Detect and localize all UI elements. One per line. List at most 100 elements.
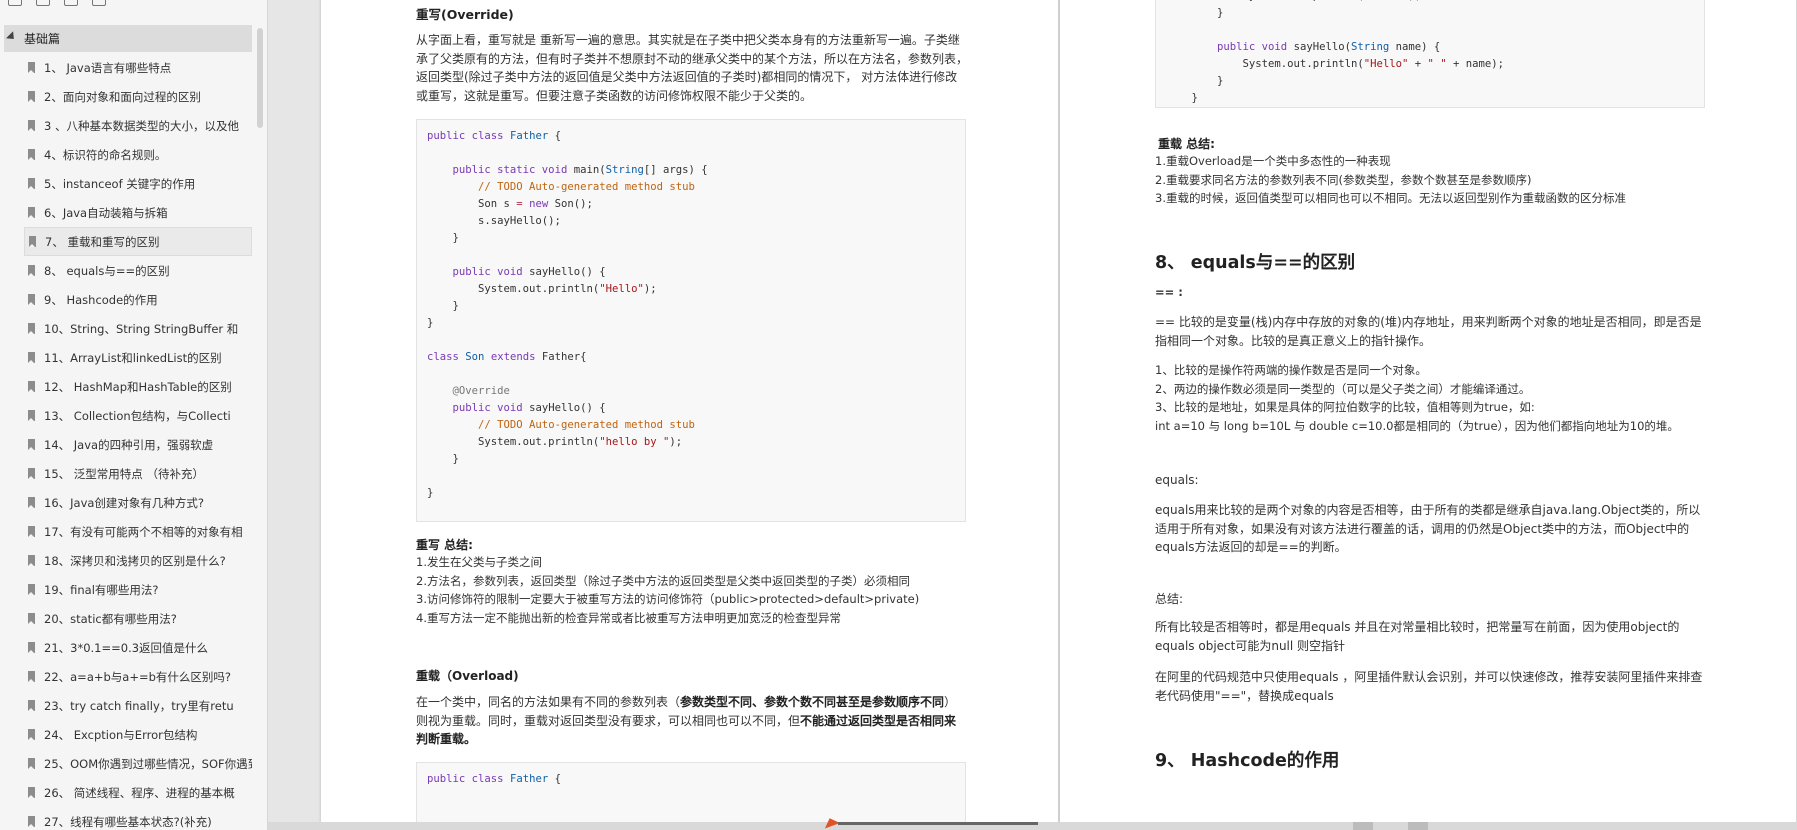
overload-summary-line: 1.重载Overload是一个类中多态性的一种表现 bbox=[1155, 154, 1391, 168]
sidebar-item-label: 12、 HashMap和HashTable的区别 bbox=[44, 379, 232, 394]
sidebar-item-label: 10、String、String StringBuffer 和 bbox=[44, 321, 239, 336]
override-heading: 重写(Override) bbox=[416, 7, 514, 22]
code-block-overload-end: System.out.println("Hello"); } public vo… bbox=[1155, 0, 1705, 108]
equals-heading: 8、 equals与==的区别 bbox=[1155, 253, 1356, 273]
sidebar-item[interactable]: 17、有没有可能两个不相等的对象有相 bbox=[24, 517, 252, 546]
sidebar-section-basics[interactable]: 基础篇 bbox=[4, 25, 252, 52]
bookmark-item-icon bbox=[28, 584, 35, 595]
bookmark-item-icon bbox=[28, 642, 35, 653]
bookmark-item-icon bbox=[28, 265, 35, 276]
prev-page-button[interactable] bbox=[1353, 822, 1373, 830]
override-summary-line: 1.发生在父类与子类之间 bbox=[416, 555, 542, 569]
overload-para-part: 在一个类中，同名的方法如果有不同的参数列表（ bbox=[416, 695, 681, 709]
code-block-override: public class Father { public static void… bbox=[416, 119, 966, 522]
code-line: } bbox=[427, 487, 434, 499]
code-line: // TODO Auto-generated method stub bbox=[478, 181, 695, 193]
bookmark-icon[interactable] bbox=[64, 0, 78, 6]
override-summary-title: 重写 总结: bbox=[416, 538, 473, 552]
sidebar-item[interactable]: 15、 泛型常用特点 （待补充） bbox=[24, 459, 252, 488]
sidebar-item[interactable]: 19、final有哪些用法? bbox=[24, 575, 252, 604]
sidebar-item[interactable]: 16、Java创建对象有几种方式? bbox=[24, 488, 252, 517]
bookmark-item-icon bbox=[28, 468, 35, 479]
code-line: s.sayHello(); bbox=[427, 215, 561, 227]
sidebar-item[interactable]: 6、Java自动装箱与拆箱 bbox=[24, 198, 252, 227]
bookmark-item-icon bbox=[28, 758, 35, 769]
sidebar-item-label: 2、面向对象和面向过程的区别 bbox=[44, 89, 201, 104]
eqeq-label: == : bbox=[1155, 285, 1183, 299]
sidebar-item[interactable]: 4、标识符的命名规则。 bbox=[24, 140, 252, 169]
bookmark-item-icon bbox=[28, 816, 35, 827]
code-line: } bbox=[427, 300, 459, 312]
bottom-navigation-bar bbox=[268, 815, 1797, 830]
sidebar-item[interactable]: 1、 Java语言有哪些特点 bbox=[24, 53, 252, 82]
overload-summary-line: 2.重载要求同名方法的参数列表不同(参数类型，参数个数甚至是参数顺序) bbox=[1155, 172, 1532, 187]
summary-label: 总结: bbox=[1155, 592, 1184, 606]
eqeq-paragraph: == 比较的是变量(栈)内存中存放的对象的(堆)内存地址，用来判断两个对象的地址… bbox=[1155, 315, 1702, 348]
code-line: } bbox=[1166, 92, 1198, 104]
sidebar-item[interactable]: 25、OOM你遇到过哪些情况，SOF你遇到 bbox=[24, 749, 252, 778]
code-line: public void sayHello(String name) { bbox=[1217, 41, 1441, 53]
sidebar-item-label: 15、 泛型常用特点 （待补充） bbox=[44, 466, 204, 481]
code-line: System.out.println("hello by "); bbox=[427, 436, 683, 448]
hashcode-heading: 9、 Hashcode的作用 bbox=[1155, 751, 1340, 771]
sidebar-item[interactable]: 11、ArrayList和linkedList的区别 bbox=[24, 343, 252, 372]
bookmark-item-icon bbox=[28, 207, 35, 218]
sidebar-scrollbar[interactable] bbox=[257, 28, 263, 128]
sidebar-item-label: 9、 Hashcode的作用 bbox=[44, 292, 158, 307]
code-line: System.out.println("Hello" + " " + name)… bbox=[1166, 58, 1505, 70]
summary-paragraph-1: 所有比较是否相等时，都是用equals 并且在对常量相比较时，把常量写在前面，因… bbox=[1155, 620, 1680, 653]
bookmark-item-icon bbox=[28, 671, 35, 682]
bookmark-item-icon bbox=[28, 555, 35, 566]
next-page-button[interactable] bbox=[1408, 822, 1428, 830]
sidebar-item-label: 27、线程有哪些基本状态?(补充) bbox=[44, 814, 212, 829]
code-line: Son s = new Son(); bbox=[427, 198, 593, 210]
bookmark-item-icon bbox=[28, 352, 35, 363]
pdf-reader-window: 基础篇 1、 Java语言有哪些特点 2、面向对象和面向过程的区别 3 、八种基本数… bbox=[0, 0, 1797, 830]
sidebar-item[interactable]: 5、instanceof 关键字的作用 bbox=[24, 169, 252, 198]
bookmark-item-icon bbox=[28, 178, 35, 189]
code-line: System.out.println("Hello"); bbox=[427, 283, 657, 295]
bookmark-sidebar: 基础篇 1、 Java语言有哪些特点 2、面向对象和面向过程的区别 3 、八种基本数… bbox=[0, 0, 268, 830]
sidebar-item[interactable]: 13、 Collection包结构，与Collecti bbox=[24, 401, 252, 430]
code-line: public class Father { bbox=[427, 773, 561, 785]
copy-icon[interactable] bbox=[8, 0, 22, 6]
sidebar-item[interactable]: 3 、八种基本数据类型的大小，以及他 bbox=[24, 111, 252, 140]
sidebar-item-label: 14、 Java的四种引用，强弱软虚 bbox=[44, 437, 214, 452]
sidebar-item[interactable]: 9、 Hashcode的作用 bbox=[24, 285, 252, 314]
sidebar-item[interactable]: 18、深拷贝和浅拷贝的区别是什么? bbox=[24, 546, 252, 575]
sidebar-item[interactable]: 14、 Java的四种引用，强弱软虚 bbox=[24, 430, 252, 459]
bookmark-item-icon bbox=[28, 323, 35, 334]
override-summary-line: 2.方法名，参数列表，返回类型（除过子类中方法的返回类型是父类中返回类型的子类）… bbox=[416, 573, 910, 588]
sidebar-item[interactable]: 20、static都有哪些用法? bbox=[24, 604, 252, 633]
copy-alt-icon[interactable] bbox=[36, 0, 50, 6]
code-line: } bbox=[1166, 75, 1224, 87]
sidebar-item[interactable]: 12、 HashMap和HashTable的区别 bbox=[24, 372, 252, 401]
page-progress-indicator[interactable] bbox=[838, 822, 1038, 825]
code-line: } bbox=[427, 232, 459, 244]
sidebar-item[interactable]: 10、String、String StringBuffer 和 bbox=[24, 314, 252, 343]
overload-paragraph: 在一个类中，同名的方法如果有不同的参数列表（参数类型不同、参数个数不同甚至是参数… bbox=[416, 693, 968, 749]
eqeq-point-line: 2、两边的操作数必须是同一类型的（可以是父子类之间）才能编译通过。 bbox=[1155, 381, 1531, 396]
star-icon[interactable] bbox=[92, 0, 106, 6]
sidebar-item[interactable]: 7、 重载和重写的区别 bbox=[24, 227, 252, 256]
sidebar-item[interactable]: 27、线程有哪些基本状态?(补充) bbox=[24, 807, 252, 830]
bookmark-item-icon bbox=[28, 91, 35, 102]
sidebar-item[interactable]: 2、面向对象和面向过程的区别 bbox=[24, 82, 252, 111]
sidebar-item-label: 25、OOM你遇到过哪些情况，SOF你遇到 bbox=[44, 756, 252, 771]
sidebar-item[interactable]: 24、 Excption与Error包结构 bbox=[24, 720, 252, 749]
sidebar-item[interactable]: 22、a=a+b与a+=b有什么区别吗? bbox=[24, 662, 252, 691]
bookmark-item-icon bbox=[28, 149, 35, 160]
override-summary-line: 3.访问修饰符的限制一定要大于被重写方法的访问修饰符（public>protec… bbox=[416, 592, 920, 606]
eqeq-point-line: 3、比较的是地址，如果是具体的阿拉伯数字的比较，值相等则为true，如: bbox=[1155, 400, 1535, 414]
overload-para-bold: 参数类型不同、参数个数不同甚至是参数顺序不同 bbox=[680, 695, 945, 709]
code-line: @Override bbox=[452, 385, 510, 397]
sidebar-item[interactable]: 8、 equals与==的区别 bbox=[24, 256, 252, 285]
expand-caret-icon[interactable] bbox=[6, 30, 18, 43]
sidebar-item-label: 1、 Java语言有哪些特点 bbox=[44, 60, 172, 75]
sidebar-item-label: 26、 简述线程、程序、进程的基本概 bbox=[44, 785, 235, 800]
sidebar-item[interactable]: 23、try catch finally，try里有retu bbox=[24, 691, 252, 720]
bookmark-item-icon bbox=[28, 497, 35, 508]
sidebar-item[interactable]: 21、3*0.1==0.3返回值是什么 bbox=[24, 633, 252, 662]
bookmark-item-icon bbox=[28, 120, 35, 131]
sidebar-item[interactable]: 26、 简述线程、程序、进程的基本概 bbox=[24, 778, 252, 807]
